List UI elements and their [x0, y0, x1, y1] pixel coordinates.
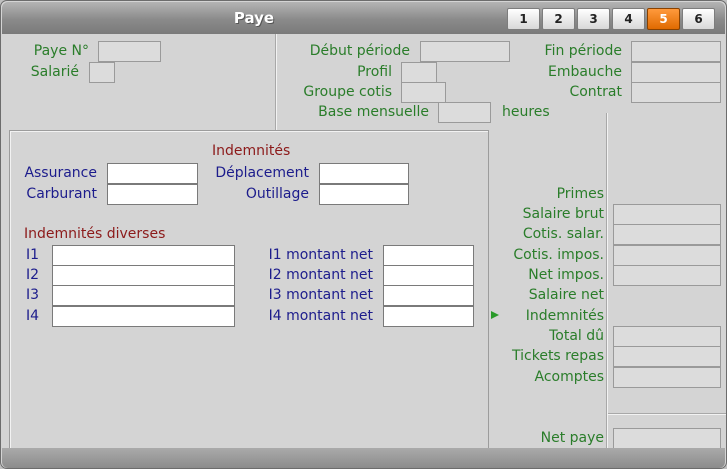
groupe-cotis-field[interactable]: [401, 82, 446, 103]
i4-montant-field[interactable]: [383, 306, 474, 327]
salaire-brut-field[interactable]: [613, 204, 721, 225]
base-mensuelle-label: Base mensuelle: [318, 104, 429, 120]
i3-montant-field[interactable]: [383, 285, 474, 306]
salaire-brut-label: Salaire brut: [522, 206, 604, 222]
paye-no-label: Paye N°: [33, 43, 89, 59]
i4-label: I4: [26, 308, 40, 324]
assurance-field[interactable]: [107, 163, 198, 184]
net-paye-field[interactable]: [613, 428, 721, 449]
embauche-label: Embauche: [547, 64, 622, 80]
outillage-label: Outillage: [245, 186, 309, 202]
profil-label: Profil: [357, 64, 392, 80]
salaire-net-label: Salaire net: [528, 287, 604, 303]
i1-label: I1: [26, 247, 40, 263]
i4-field[interactable]: [52, 306, 235, 327]
cotis-impos-field[interactable]: [613, 245, 721, 266]
tab-1[interactable]: 1: [507, 8, 540, 30]
tab-5[interactable]: 5: [647, 8, 680, 30]
net-impos-label: Net impos.: [528, 267, 604, 283]
profil-field[interactable]: [401, 62, 437, 83]
cotis-salar-field[interactable]: [613, 224, 721, 245]
acomptes-label: Acomptes: [534, 369, 604, 385]
primes-label: Primes: [556, 186, 604, 202]
i1-field[interactable]: [52, 245, 235, 266]
tab-6[interactable]: 6: [682, 8, 715, 30]
deplacement-field[interactable]: [319, 163, 409, 184]
net-paye-label: Net paye: [540, 430, 604, 446]
i2-field[interactable]: [52, 265, 235, 286]
paye-window: Paye 1 2 3 4 5 6 Paye N° Salarié Début p…: [0, 0, 727, 469]
i2-montant-label: I2 montant net: [268, 267, 373, 283]
total-du-label: Total dû: [549, 328, 604, 344]
title-bar: Paye 1 2 3 4 5 6: [2, 2, 725, 34]
i3-montant-label: I3 montant net: [268, 287, 373, 303]
indemnites-summary-label: Indemnités: [525, 308, 604, 324]
indemnites-title: Indemnités: [212, 143, 291, 159]
tab-3[interactable]: 3: [577, 8, 610, 30]
debut-periode-field[interactable]: [420, 41, 510, 62]
fin-periode-label: Fin période: [544, 43, 622, 59]
i1-montant-label: I1 montant net: [268, 247, 373, 263]
i2-label: I2: [26, 267, 40, 283]
i2-montant-field[interactable]: [383, 265, 474, 286]
i1-montant-field[interactable]: [383, 245, 474, 266]
summary-bottom-divider: [608, 413, 726, 415]
indemnites-diverses-title: Indemnités diverses: [24, 226, 166, 242]
net-impos-field[interactable]: [613, 265, 721, 286]
carburant-label: Carburant: [26, 186, 97, 202]
deplacement-label: Déplacement: [215, 165, 309, 181]
contrat-field[interactable]: [631, 82, 721, 103]
summary-divider: [606, 113, 608, 448]
outillage-field[interactable]: [319, 184, 409, 205]
tickets-repas-label: Tickets repas: [512, 348, 604, 364]
acomptes-field[interactable]: [613, 367, 721, 388]
window-title: Paye: [233, 9, 275, 27]
cotis-salar-label: Cotis. salar.: [522, 226, 604, 242]
i4-montant-label: I4 montant net: [268, 308, 373, 324]
contrat-label: Contrat: [569, 84, 622, 100]
i3-label: I3: [26, 287, 40, 303]
debut-periode-label: Début période: [309, 43, 410, 59]
carburant-field[interactable]: [107, 184, 198, 205]
header-divider: [275, 34, 277, 130]
tab-4[interactable]: 4: [612, 8, 645, 30]
salarie-label: Salarié: [30, 64, 79, 80]
i3-field[interactable]: [52, 285, 235, 306]
groupe-cotis-label: Groupe cotis: [303, 84, 392, 100]
embauche-field[interactable]: [631, 62, 721, 83]
status-bar: [2, 448, 725, 468]
paye-no-field[interactable]: [98, 41, 161, 62]
tab-2[interactable]: 2: [542, 8, 575, 30]
fin-periode-field[interactable]: [631, 41, 721, 62]
heures-label: heures: [502, 104, 550, 120]
assurance-label: Assurance: [24, 165, 97, 181]
base-mensuelle-field[interactable]: [438, 102, 491, 123]
tickets-repas-field[interactable]: [613, 346, 721, 367]
salarie-field[interactable]: [89, 62, 115, 83]
cotis-impos-label: Cotis. impos.: [513, 247, 604, 263]
total-du-field[interactable]: [613, 326, 721, 347]
